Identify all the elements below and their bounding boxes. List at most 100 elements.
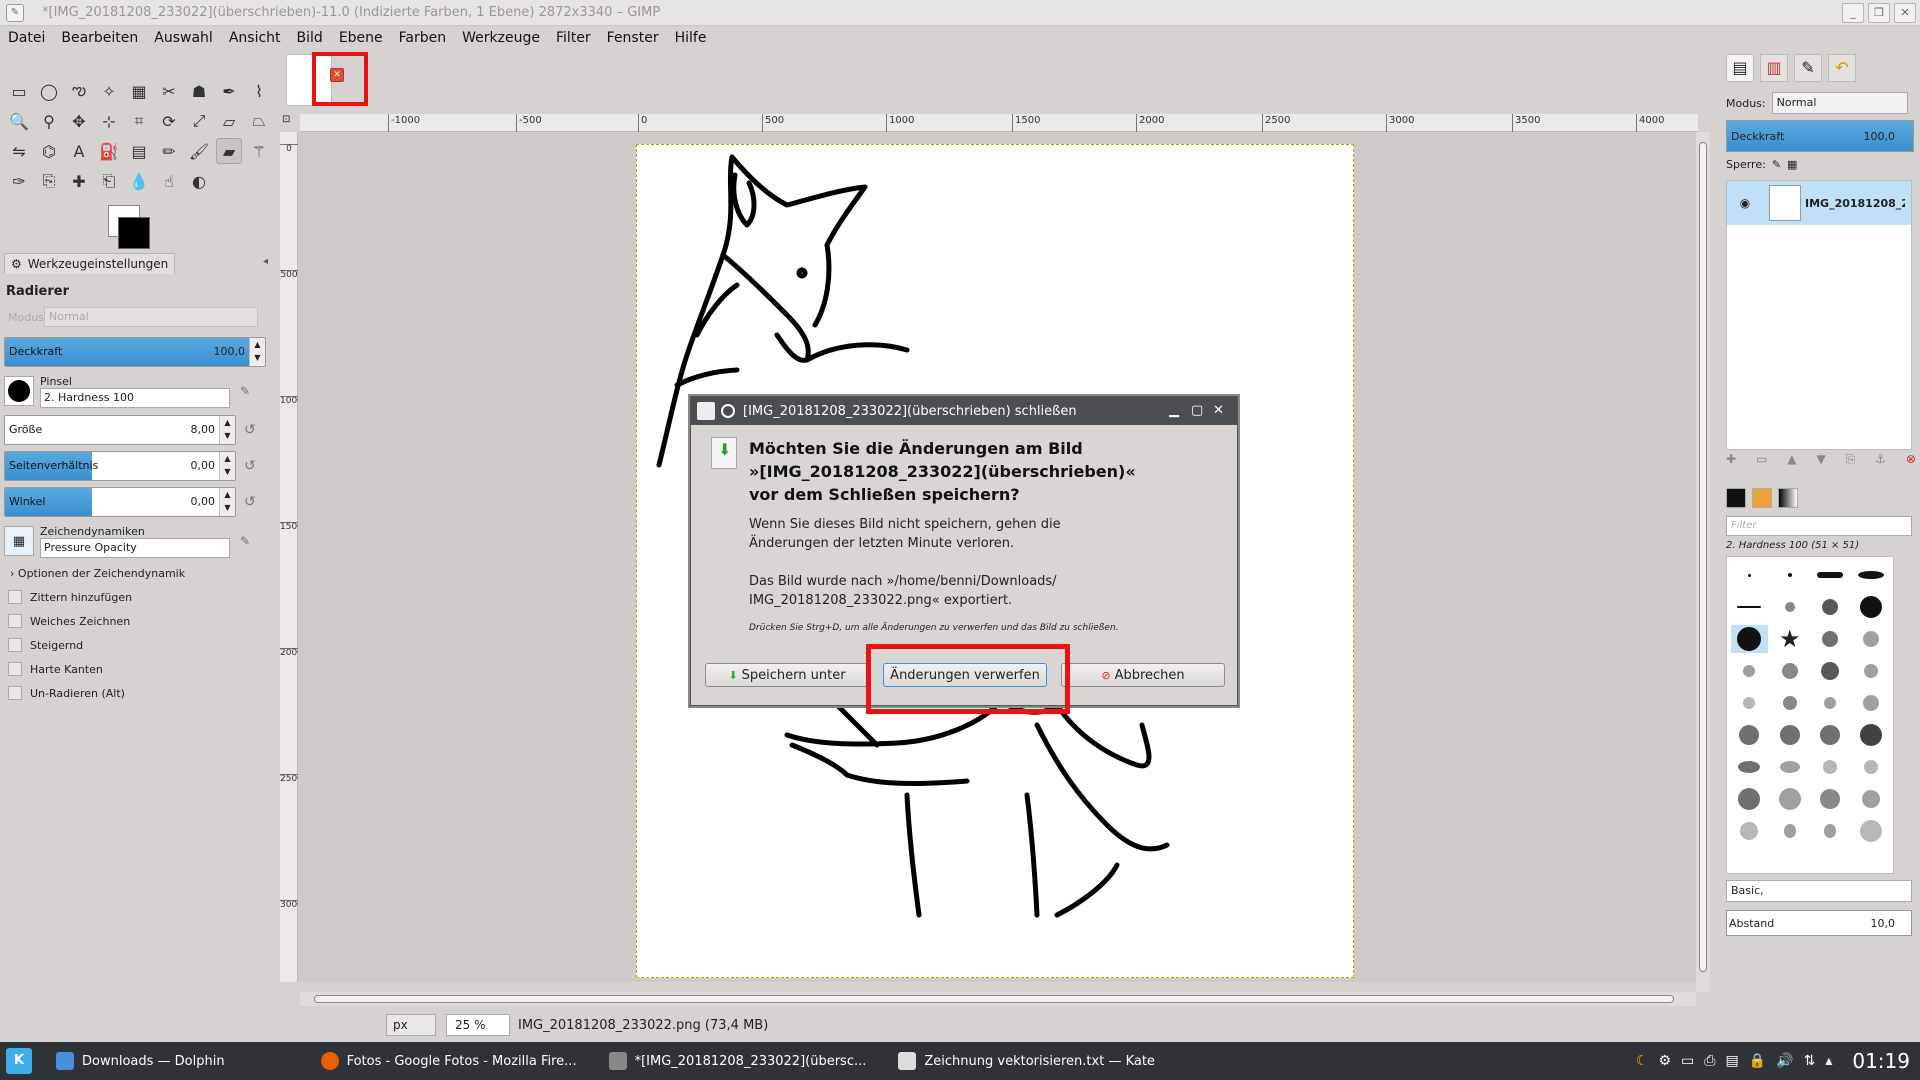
paths-tab-icon[interactable]: ✎ bbox=[1794, 54, 1822, 82]
brush-cell[interactable] bbox=[1772, 753, 1809, 781]
dynamics-options-expander[interactable]: › Optionen der Zeichendynamik bbox=[10, 567, 272, 580]
brush-cell[interactable] bbox=[1853, 561, 1890, 589]
tab-tool-options[interactable]: ⚙ Werkzeugeinstellungen bbox=[4, 252, 176, 274]
menu-ebene[interactable]: Ebene bbox=[331, 30, 391, 46]
raise-layer-icon[interactable]: ▲ bbox=[1787, 452, 1796, 467]
menu-hilfe[interactable]: Hilfe bbox=[667, 30, 715, 46]
save-as-button[interactable]: ⬇ Speichern unter bbox=[705, 663, 869, 687]
flip-icon[interactable]: ⇋ bbox=[6, 138, 32, 164]
menu-fenster[interactable]: Fenster bbox=[599, 30, 667, 46]
brush-cell[interactable] bbox=[1772, 785, 1809, 813]
brush-cell[interactable] bbox=[1812, 657, 1849, 685]
eraser-icon[interactable]: ▰ bbox=[216, 138, 242, 164]
brush-cell[interactable] bbox=[1772, 593, 1809, 621]
task-firefox[interactable]: Fotos - Google Fotos - Mozilla Fire... bbox=[313, 1042, 585, 1080]
color-swatches[interactable] bbox=[108, 205, 164, 255]
task-kate[interactable]: Zeichnung vektorisieren.txt — Kate bbox=[890, 1042, 1163, 1080]
printer-icon[interactable]: ⎙ bbox=[1704, 1053, 1715, 1069]
measure-icon[interactable]: ⚲ bbox=[36, 108, 62, 134]
scissors-icon[interactable]: ✂ bbox=[156, 78, 182, 104]
panel-menu-icon[interactable]: ◂ bbox=[263, 256, 268, 267]
move-icon[interactable]: ✥ bbox=[66, 108, 92, 134]
edit-brush-icon[interactable]: ✎ bbox=[240, 384, 250, 398]
restore-button[interactable]: ❐ bbox=[1868, 3, 1890, 23]
reset-size-icon[interactable]: ↺ bbox=[244, 422, 256, 438]
brush-cell[interactable] bbox=[1812, 593, 1849, 621]
layer-row[interactable]: ◉ IMG_20181208_23 bbox=[1727, 181, 1911, 225]
menu-farben[interactable]: Farben bbox=[391, 30, 454, 46]
delete-layer-icon[interactable]: ⊗ bbox=[1906, 452, 1916, 467]
channels-tab-icon[interactable]: ▥ bbox=[1760, 54, 1788, 82]
task-gimp[interactable]: *[IMG_20181208_233022](übersc... bbox=[601, 1042, 875, 1080]
cage-icon[interactable]: ⌬ bbox=[36, 138, 62, 164]
lasso-icon[interactable]: ఌ bbox=[66, 78, 92, 104]
shear-icon[interactable]: ▱ bbox=[216, 108, 242, 134]
lock-pixels-icon[interactable]: ✎ bbox=[1772, 158, 1781, 171]
dynamics-field[interactable]: Pressure Opacity bbox=[40, 537, 230, 558]
brush-cell[interactable] bbox=[1772, 657, 1809, 685]
pencil-icon[interactable]: ✏ bbox=[156, 138, 182, 164]
brush-cell[interactable] bbox=[1731, 689, 1768, 717]
foreground-select-icon[interactable]: ☗ bbox=[186, 78, 212, 104]
bucket-fill-icon[interactable]: ⛽ bbox=[96, 138, 122, 164]
duplicate-layer-icon[interactable]: ⎘ bbox=[1846, 452, 1856, 467]
brush-grid[interactable]: ★ bbox=[1726, 556, 1894, 874]
tray-expand-icon[interactable]: ▴ bbox=[1825, 1053, 1832, 1069]
brush-cell[interactable] bbox=[1812, 561, 1849, 589]
network-icon[interactable]: ⇅ bbox=[1804, 1053, 1816, 1069]
blur-icon[interactable]: 💧 bbox=[126, 168, 152, 194]
rect-select-icon[interactable]: ▭ bbox=[6, 78, 32, 104]
vertical-scrollbar[interactable] bbox=[1696, 132, 1710, 992]
brush-preset-combo[interactable]: Basic, bbox=[1726, 880, 1912, 902]
layer-opacity-slider[interactable]: Deckkraft 100,0 bbox=[1726, 120, 1914, 152]
menu-bild[interactable]: Bild bbox=[289, 30, 331, 46]
smudge-icon[interactable]: ☝ bbox=[156, 168, 182, 194]
brush-cell[interactable]: ★ bbox=[1772, 625, 1809, 653]
dodge-burn-icon[interactable]: ◐ bbox=[186, 168, 212, 194]
brush-cell[interactable] bbox=[1853, 689, 1890, 717]
brush-cell[interactable] bbox=[1731, 593, 1768, 621]
layers-list[interactable]: ◉ IMG_20181208_23 bbox=[1726, 180, 1912, 450]
settings-icon[interactable]: ⚙ bbox=[1658, 1053, 1671, 1069]
heal-icon[interactable]: ✚ bbox=[66, 168, 92, 194]
brush-cell[interactable] bbox=[1731, 721, 1768, 749]
display-icon[interactable]: ▭ bbox=[1681, 1053, 1694, 1069]
brush-cell[interactable] bbox=[1731, 753, 1768, 781]
crop-icon[interactable]: ⌗ bbox=[126, 108, 152, 134]
ellipse-select-icon[interactable]: ◯ bbox=[36, 78, 62, 104]
volume-icon[interactable]: 🔊 bbox=[1776, 1053, 1793, 1069]
kde-menu-icon[interactable]: K bbox=[6, 1048, 32, 1074]
lower-layer-icon[interactable]: ▼ bbox=[1816, 452, 1825, 467]
paths-icon[interactable]: ✒ bbox=[216, 78, 242, 104]
dialog-minimize-icon[interactable]: ▁ bbox=[1169, 403, 1179, 418]
layers-tab-icon[interactable]: ▤ bbox=[1726, 54, 1754, 82]
angle-spin[interactable]: ▲ ▼ bbox=[219, 488, 235, 516]
zoom-combo[interactable]: 25 % bbox=[446, 1014, 510, 1036]
edit-dynamics-icon[interactable]: ✎ bbox=[240, 534, 250, 548]
menu-auswahl[interactable]: Auswahl bbox=[146, 30, 221, 46]
horizontal-scroll-thumb[interactable] bbox=[314, 995, 1674, 1003]
align-icon[interactable]: ⊹ bbox=[96, 108, 122, 134]
color-select-icon[interactable]: ▦ bbox=[126, 78, 152, 104]
fuzzy-select-icon[interactable]: ✧ bbox=[96, 78, 122, 104]
new-group-icon[interactable]: ▭ bbox=[1756, 452, 1767, 467]
aspect-slider[interactable]: Seitenverhältnis 0,00 ▲ ▼ bbox=[4, 451, 236, 481]
scale-icon[interactable]: ⤢ bbox=[186, 108, 212, 134]
brush-cell[interactable] bbox=[1853, 753, 1890, 781]
text-icon[interactable]: A bbox=[66, 138, 92, 164]
check-incremental[interactable]: Steigernd bbox=[8, 638, 272, 652]
brush-cell[interactable] bbox=[1853, 625, 1890, 653]
task-dolphin[interactable]: Downloads — Dolphin bbox=[48, 1042, 233, 1080]
paintbrush-icon[interactable]: 🖌 bbox=[186, 138, 212, 164]
brush-cell[interactable] bbox=[1853, 785, 1890, 813]
brush-cell[interactable] bbox=[1731, 817, 1768, 845]
angle-slider[interactable]: Winkel 0,00 ▲ ▼ bbox=[4, 487, 236, 517]
opacity-spin[interactable]: ▲ ▼ bbox=[249, 338, 265, 366]
brush-cell[interactable] bbox=[1812, 785, 1849, 813]
layer-mode-combo[interactable]: Normal bbox=[1771, 92, 1908, 114]
cancel-button[interactable]: ⊘ Abbrechen bbox=[1061, 663, 1225, 687]
brush-cell[interactable] bbox=[1772, 721, 1809, 749]
brush-cell[interactable] bbox=[1731, 657, 1768, 685]
reset-angle-icon[interactable]: ↺ bbox=[244, 494, 256, 510]
airbrush-icon[interactable]: ⚚ bbox=[246, 138, 272, 164]
